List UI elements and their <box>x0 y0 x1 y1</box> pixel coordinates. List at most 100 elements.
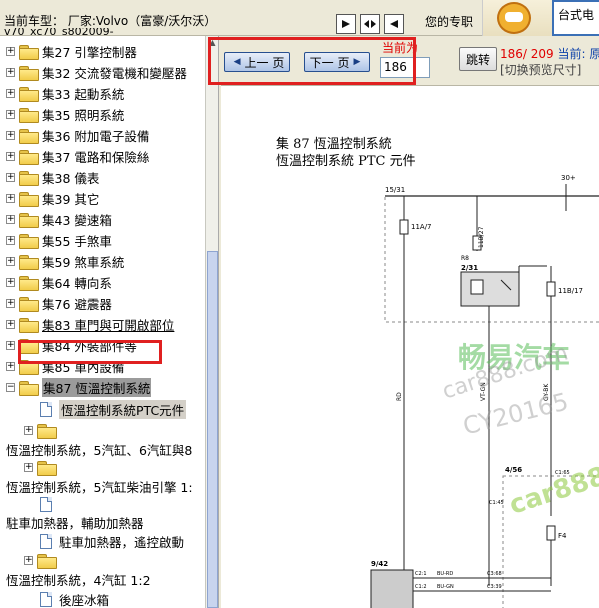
tree-item[interactable]: + 集83 車門與可開啟部位 <box>6 314 174 335</box>
top-bar: 当前车型： 厂家:Volvo（富豪/沃尔沃） v70_xc70_s802009-… <box>0 0 599 36</box>
folder-icon <box>19 276 39 291</box>
pin-c165-label: C1:65 <box>555 470 570 476</box>
expand-icon[interactable]: + <box>6 236 15 245</box>
wire-gy-bk-label: GY-BK <box>543 383 550 401</box>
tree-item[interactable]: + 集64 轉向系 <box>6 272 112 293</box>
fit-page-icon[interactable] <box>360 14 380 34</box>
tree-item-label: 集55 手煞車 <box>42 234 112 249</box>
tree-item[interactable]: + 集32 交流發電機和變壓器 <box>6 62 187 83</box>
tree-subitem-label: 恆溫控制系統，5汽缸柴油引擎 1: <box>6 480 193 495</box>
app-window: 当前车型： 厂家:Volvo（富豪/沃尔沃） v70_xc70_s802009-… <box>0 0 599 608</box>
collapse-icon[interactable]: − <box>6 383 15 392</box>
ptc-9-42-label: 9/42 <box>371 560 388 568</box>
pin-c339-label: C3:39 <box>487 584 502 590</box>
expand-icon[interactable]: + <box>6 110 15 119</box>
tree-item-label: 集87 恆溫控制系統 <box>42 378 152 397</box>
tree-subitem-label: 恆溫控制系統，4汽缸 1:2 <box>6 573 151 588</box>
expand-icon[interactable]: + <box>6 215 15 224</box>
pin-c12-label: C1:2 <box>415 584 427 590</box>
tree-item-label: 集35 照明系統 <box>42 108 125 123</box>
tree-folder[interactable]: + <box>24 420 60 441</box>
folder-icon <box>19 255 39 270</box>
document-icon <box>40 402 52 417</box>
switch-preview-size-link[interactable]: [切换预览尺寸] <box>500 61 581 78</box>
expand-icon[interactable]: + <box>6 173 15 182</box>
tree-folder[interactable]: + <box>24 550 60 571</box>
promo-mascot-image <box>482 0 552 36</box>
tree-item[interactable]: + 集27 引擎控制器 <box>6 41 137 62</box>
fuse-11b17-label: 11B/17 <box>558 287 583 295</box>
bus-15-31-label: 15/31 <box>385 186 405 194</box>
current-original-link[interactable]: 当前: 原չ <box>558 47 599 61</box>
current-model-label: 当前车型： 厂家:Volvo（富豪/沃尔沃） <box>4 14 217 28</box>
tree-item[interactable]: + 集36 附加電子設備 <box>6 125 149 146</box>
folder-icon <box>19 87 39 102</box>
first-page-icon[interactable] <box>336 14 356 34</box>
tree-item[interactable]: + 集33 起動系統 <box>6 83 124 104</box>
tree-item[interactable]: + 集35 照明系統 <box>6 104 124 125</box>
tree-item-label: 集64 轉向系 <box>42 276 112 291</box>
folder-icon <box>19 129 39 144</box>
wire-bu-rd-label: BU-RD <box>437 571 453 577</box>
page-count: 186/ 209 当前: 原չ <box>500 45 599 62</box>
tree-item-label: 集39 其它 <box>42 192 100 207</box>
wire-vt-gn-label: VT-GN <box>480 382 487 401</box>
document-icon <box>40 592 52 607</box>
expand-icon[interactable]: + <box>6 257 15 266</box>
tree-subitem[interactable]: 後座冰箱 <box>40 589 109 608</box>
folder-icon <box>37 554 57 569</box>
expand-icon[interactable]: + <box>6 341 15 350</box>
tree-item[interactable]: + 集37 電路和保險絲 <box>6 146 149 167</box>
tree-subitem[interactable]: 恆溫控制系統，4汽缸 1:2 <box>6 569 151 590</box>
tree-folder[interactable]: + <box>24 457 60 478</box>
tree-item[interactable]: + 集76 避震器 <box>6 293 112 314</box>
tree-scrollbar[interactable]: ▲ <box>205 36 218 608</box>
tree-item[interactable]: + 集59 煞車系統 <box>6 251 124 272</box>
bus-30-label: 30+ <box>561 174 576 182</box>
expand-icon[interactable]: + <box>6 89 15 98</box>
tree-item-label: 集43 變速箱 <box>42 213 112 228</box>
tree-subitem-label: 駐車加熱器，輔助加熱器 <box>6 516 144 531</box>
expand-icon[interactable]: + <box>6 152 15 161</box>
tree-subitem[interactable]: 恆溫控制系統，5汽缸柴油引擎 1: <box>6 476 193 497</box>
expand-icon[interactable]: + <box>6 47 15 56</box>
nav-highlight-box <box>208 37 416 85</box>
folder-icon <box>19 234 39 249</box>
folder-icon <box>19 318 39 333</box>
promo-text: 您的专职 <box>425 15 474 29</box>
expand-icon[interactable]: + <box>6 320 15 329</box>
fuse-11a7-label: 11A/7 <box>411 223 432 231</box>
tree-subitem[interactable]: 駐車加熱器，遙控啟動 <box>40 531 184 552</box>
promo-banner[interactable]: 台式电 <box>552 0 599 36</box>
tree-item[interactable]: + 集43 變速箱 <box>6 209 112 230</box>
expand-icon[interactable]: + <box>6 194 15 203</box>
expand-icon[interactable]: + <box>6 362 15 371</box>
view-nav-icons <box>336 14 404 34</box>
expand-icon[interactable]: + <box>6 131 15 140</box>
tree-item-label: 集33 起動系統 <box>42 87 125 102</box>
expand-icon[interactable]: + <box>6 278 15 287</box>
tree-item[interactable]: + 集39 其它 <box>6 188 99 209</box>
tree-item-label: 集76 避震器 <box>42 297 112 312</box>
expand-icon[interactable]: + <box>24 426 33 435</box>
tree-item-label: 集36 附加電子設備 <box>42 129 150 144</box>
expand-icon[interactable]: + <box>6 68 15 77</box>
expand-icon[interactable]: + <box>6 299 15 308</box>
tree-item[interactable]: + 集55 手煞車 <box>6 230 112 251</box>
scroll-thumb[interactable] <box>207 251 218 608</box>
expand-icon[interactable]: + <box>24 556 33 565</box>
expand-icon[interactable]: + <box>24 463 33 472</box>
tree-subitem[interactable]: 恆溫控制系統PTC元件 <box>40 399 187 420</box>
tree-item-label: 集59 煞車系統 <box>42 255 125 270</box>
prev-view-icon[interactable] <box>384 14 404 34</box>
pin-c21-label: C2:1 <box>415 571 427 577</box>
relay-id-label: 2/31 <box>461 264 478 272</box>
document-icon <box>40 534 52 549</box>
tree-item-selected[interactable]: − 集87 恆溫控制系統 <box>6 377 152 398</box>
tree-item[interactable]: + 集38 儀表 <box>6 167 99 188</box>
tree-item-label: 集38 儀表 <box>42 171 100 186</box>
tree-subitem[interactable]: 駐車加熱器，輔助加熱器 <box>6 512 144 533</box>
jump-button[interactable]: 跳转 <box>459 47 497 71</box>
folder-icon <box>19 45 39 60</box>
open-folder-icon <box>19 381 39 396</box>
